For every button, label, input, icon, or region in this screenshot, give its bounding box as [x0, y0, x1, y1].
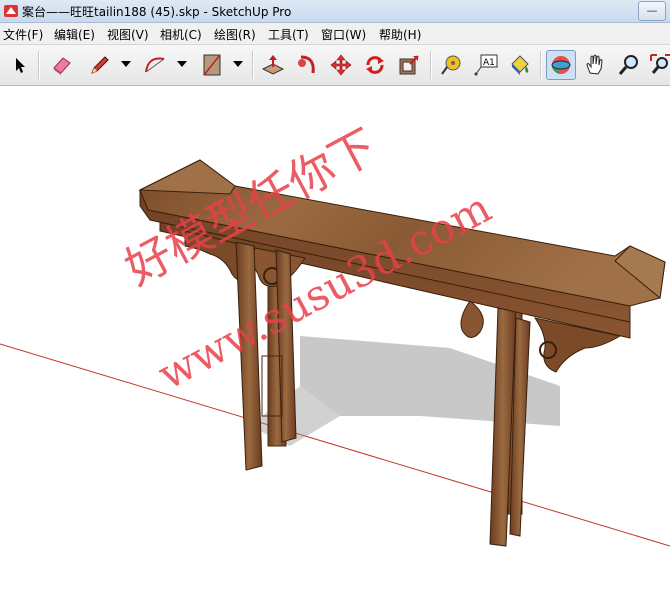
push-pull-tool-icon[interactable] [258, 50, 288, 80]
orbit-tool-icon[interactable] [546, 50, 576, 80]
text-tool-icon[interactable]: A1 [471, 50, 501, 80]
menu-tools[interactable]: 工具(T) [268, 26, 309, 43]
menu-view[interactable]: 视图(V) [107, 26, 149, 43]
pan-tool-icon[interactable] [580, 50, 610, 80]
model-viewport[interactable]: 好模型任你下 www.susu3d.com [0, 86, 670, 592]
menu-file[interactable]: 文件(F) [3, 26, 43, 43]
line-dropdown-arrow-icon[interactable] [120, 58, 132, 70]
select-tool-icon[interactable] [5, 50, 35, 80]
menu-edit[interactable]: 编辑(E) [54, 26, 95, 43]
move-tool-icon[interactable] [326, 50, 356, 80]
center-scroll-bracket [460, 300, 484, 338]
window-title: 案台——旺旺tailin188 (45).skp - SketchUp Pro [22, 5, 292, 19]
main-toolbar: A1 [0, 45, 670, 86]
menu-window[interactable]: 窗口(W) [321, 26, 366, 43]
menu-bar: 文件(F) 编辑(E) 视图(V) 相机(C) 绘图(R) 工具(T) 窗口(W… [0, 23, 670, 45]
offset-tool-icon[interactable] [394, 50, 424, 80]
rotate-tool-icon[interactable] [360, 50, 390, 80]
shapes-dropdown-arrow-icon[interactable] [232, 58, 244, 70]
eraser-tool-icon[interactable] [47, 50, 77, 80]
arc-dropdown-arrow-icon[interactable] [176, 58, 188, 70]
text-tool-label: A1 [483, 58, 495, 68]
pencil-line-tool-icon[interactable] [85, 50, 115, 80]
menu-help[interactable]: 帮助(H) [379, 26, 421, 43]
arc-tool-icon[interactable] [140, 50, 170, 80]
minimize-button[interactable]: — [638, 1, 666, 21]
sketchup-app-icon [4, 5, 18, 17]
title-bar: 案台——旺旺tailin188 (45).skp - SketchUp Pro … [0, 0, 670, 23]
zoom-extents-tool-icon[interactable] [646, 50, 670, 80]
tape-measure-tool-icon[interactable] [437, 50, 467, 80]
rectangle-tool-icon[interactable] [197, 50, 227, 80]
paint-bucket-tool-icon[interactable] [505, 50, 535, 80]
follow-me-tool-icon[interactable] [292, 50, 322, 80]
menu-camera[interactable]: 相机(C) [160, 26, 202, 43]
zoom-tool-icon[interactable] [614, 50, 644, 80]
menu-draw[interactable]: 绘图(R) [214, 26, 256, 43]
